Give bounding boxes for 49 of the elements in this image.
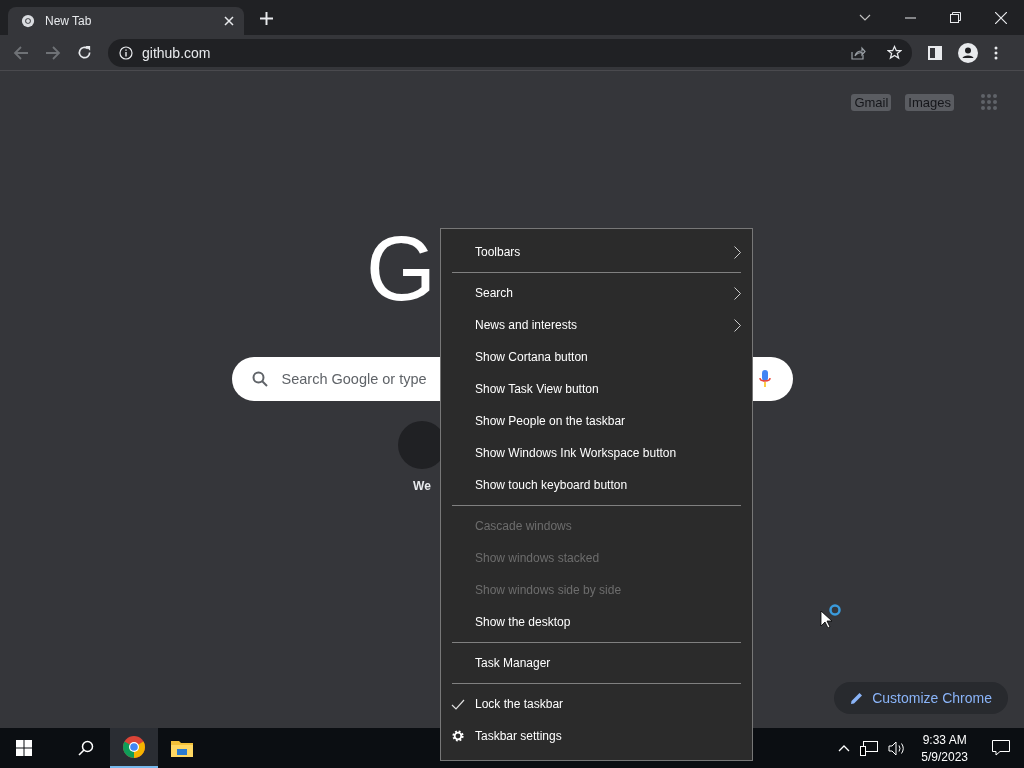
close-icon[interactable] — [995, 11, 1007, 24]
shortcut-label: We — [413, 479, 431, 493]
menu-item[interactable]: Taskbar settings — [441, 720, 752, 752]
share-icon[interactable] — [851, 45, 866, 60]
search-input[interactable]: Search Google or type — [281, 371, 438, 387]
restore-icon[interactable] — [950, 12, 961, 23]
menu-item[interactable]: Show the desktop — [441, 606, 752, 638]
pencil-icon — [850, 691, 865, 705]
menu-item[interactable]: Toolbars — [441, 236, 752, 268]
menu-icon[interactable] — [994, 45, 998, 60]
profile-icon[interactable] — [958, 42, 978, 63]
close-tab-icon[interactable] — [224, 16, 234, 26]
customize-chrome-button[interactable]: Customize Chrome — [834, 682, 1008, 714]
menu-item[interactable]: Show Cortana button — [441, 341, 752, 373]
reload-icon[interactable] — [77, 45, 92, 60]
settings-icon — [451, 729, 465, 743]
star-icon[interactable] — [887, 45, 902, 60]
address-text: github.com — [142, 44, 211, 61]
address-bar[interactable]: github.com — [108, 38, 912, 67]
start-icon[interactable] — [16, 740, 32, 756]
check-icon — [451, 698, 465, 710]
clock-date[interactable]: 5/9/2023 — [921, 749, 968, 764]
search-icon — [251, 371, 268, 387]
menu-item[interactable]: Show Windows Ink Workspace button — [441, 437, 752, 469]
chevron-up-icon[interactable] — [838, 744, 851, 752]
clock-time[interactable]: 9:33 AM — [922, 732, 967, 747]
microphone-icon[interactable] — [758, 370, 771, 388]
menu-item[interactable]: Task Manager — [441, 647, 752, 679]
tab-title: New Tab — [45, 14, 93, 28]
notification-icon[interactable] — [992, 740, 1010, 756]
folder-icon — [171, 739, 193, 757]
menu-item[interactable]: Show People on the taskbar — [441, 405, 752, 437]
search-icon[interactable] — [78, 740, 94, 756]
menu-item[interactable]: Search — [441, 277, 752, 309]
new-tab-icon[interactable] — [260, 12, 273, 25]
info-icon[interactable] — [119, 45, 133, 60]
menu-item[interactable]: Show touch keyboard button — [441, 469, 752, 501]
logo-text: G — [366, 223, 436, 315]
tab-search-icon[interactable] — [859, 13, 871, 22]
taskbar-app[interactable] — [110, 728, 158, 768]
menu-item[interactable]: Show Task View button — [441, 373, 752, 405]
network-icon[interactable] — [860, 740, 879, 756]
side-panel-icon[interactable] — [928, 45, 942, 60]
minimize-icon[interactable] — [905, 16, 916, 19]
menu-item[interactable]: News and interests — [441, 309, 752, 341]
volume-icon[interactable] — [888, 740, 907, 756]
menu-item[interactable]: Lock the taskbar — [441, 688, 752, 720]
busy-cursor-icon — [820, 604, 844, 628]
browser-tab[interactable]: New Tab — [8, 7, 244, 35]
